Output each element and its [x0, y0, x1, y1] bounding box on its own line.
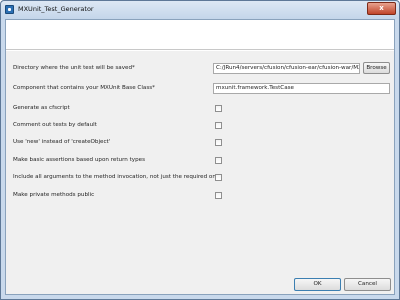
checkbox-use-new[interactable] [215, 139, 222, 146]
close-button[interactable]: x [367, 2, 396, 15]
checkbox-make-private-public[interactable] [215, 192, 222, 199]
checkbox-basic-assertions[interactable] [215, 157, 222, 164]
ok-button[interactable]: OK [294, 278, 341, 291]
directory-label: Directory where the unit test will be sa… [13, 65, 135, 71]
option-label-basic-assertions: Make basic assertions based upon return … [13, 157, 146, 163]
base-class-label: Component that contains your MXUnit Base… [13, 85, 155, 91]
dialog-header-area [6, 20, 394, 50]
directory-input[interactable]: C:/JRun4/servers/cfusion/cfusion-ear/cfu… [213, 63, 360, 74]
dialog-window: MXUnit_Test_Generator x Directory where … [0, 0, 400, 300]
base-class-input[interactable]: mxunit.framework.TestCase [213, 83, 390, 94]
option-label-comment-out: Comment out tests by default [13, 122, 97, 128]
cancel-button[interactable]: Cancel [344, 278, 391, 291]
app-icon [5, 5, 14, 14]
close-icon: x [379, 4, 384, 12]
option-label-cfscript: Generate as cfscript [13, 105, 70, 111]
checkbox-include-all-arguments[interactable] [215, 174, 222, 181]
dialog-content: Directory where the unit test will be sa… [5, 19, 395, 295]
browse-button[interactable]: Browse [363, 62, 390, 74]
window-title: MXUnit_Test_Generator [18, 5, 94, 13]
checkbox-generate-cfscript[interactable] [215, 105, 222, 112]
form-area: Directory where the unit test will be sa… [6, 51, 394, 294]
checkbox-comment-out-tests[interactable] [215, 122, 222, 129]
option-label-private-public: Make private methods public [13, 192, 95, 198]
option-label-all-arguments: Include all arguments to the method invo… [13, 174, 223, 180]
title-bar[interactable]: MXUnit_Test_Generator x [1, 1, 399, 19]
option-label-use-new: Use 'new' instead of 'createObject' [13, 139, 111, 145]
